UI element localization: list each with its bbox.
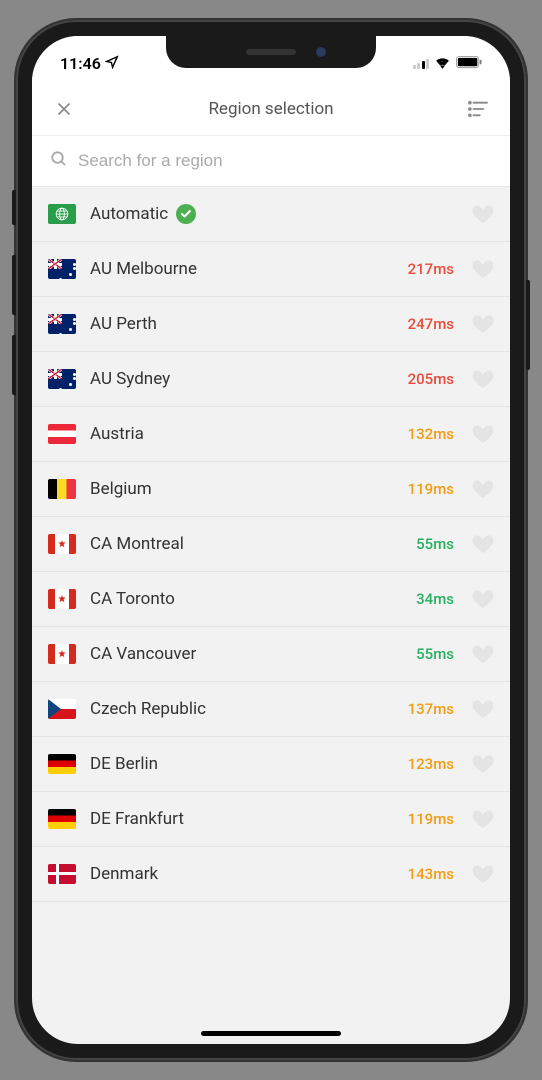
region-name: AU Perth [90, 314, 394, 334]
notch [166, 36, 376, 68]
selected-check-icon [176, 204, 196, 224]
region-list[interactable]: AutomaticAU Melbourne217msAU Perth247msA… [32, 187, 510, 902]
sort-button[interactable] [464, 95, 492, 123]
screen: 11:46 [32, 36, 510, 1044]
search-input[interactable] [78, 151, 492, 171]
favorite-heart-icon[interactable] [472, 369, 494, 389]
latency-value: 205ms [408, 370, 454, 388]
latency-value: 119ms [408, 480, 454, 498]
phone-frame: 11:46 [16, 20, 526, 1060]
region-row-automatic[interactable]: Automatic [32, 187, 510, 242]
flag-ca-icon [48, 589, 76, 609]
region-name: Automatic [90, 204, 458, 224]
region-name: DE Berlin [90, 754, 394, 774]
latency-value: 143ms [408, 865, 454, 883]
latency-value: 55ms [416, 645, 454, 663]
region-name: CA Toronto [90, 589, 402, 609]
favorite-heart-icon[interactable] [472, 809, 494, 829]
latency-value: 119ms [408, 810, 454, 828]
header: Region selection [32, 82, 510, 136]
flag-at-icon [48, 424, 76, 444]
flag-au-icon [48, 369, 76, 389]
latency-value: 132ms [408, 425, 454, 443]
flag-dk-icon [48, 864, 76, 884]
wifi-icon [434, 54, 451, 73]
flag-ca-icon [48, 644, 76, 664]
favorite-heart-icon[interactable] [472, 699, 494, 719]
flag-be-icon [48, 479, 76, 499]
region-name: Czech Republic [90, 699, 394, 719]
region-row-ca-vancouver[interactable]: CA Vancouver 55ms [32, 627, 510, 682]
favorite-heart-icon[interactable] [472, 754, 494, 774]
page-title: Region selection [208, 99, 333, 119]
search-bar[interactable] [32, 136, 510, 187]
favorite-heart-icon[interactable] [472, 589, 494, 609]
signal-icon [413, 57, 430, 69]
region-row-au-sydney[interactable]: AU Sydney 205ms [32, 352, 510, 407]
region-row-belgium[interactable]: Belgium 119ms [32, 462, 510, 517]
flag-auto-icon [48, 204, 76, 224]
region-row-au-perth[interactable]: AU Perth 247ms [32, 297, 510, 352]
flag-de-icon [48, 754, 76, 774]
favorite-heart-icon[interactable] [472, 424, 494, 444]
region-name: AU Sydney [90, 369, 394, 389]
favorite-heart-icon[interactable] [472, 204, 494, 224]
status-time: 11:46 [60, 54, 101, 73]
region-row-de-frankfurt[interactable]: DE Frankfurt 119ms [32, 792, 510, 847]
region-row-au-melbourne[interactable]: AU Melbourne 217ms [32, 242, 510, 297]
location-icon [105, 54, 119, 73]
region-name: Denmark [90, 864, 394, 884]
latency-value: 55ms [416, 535, 454, 553]
region-name: DE Frankfurt [90, 809, 394, 829]
region-name: Austria [90, 424, 394, 444]
flag-au-icon [48, 259, 76, 279]
region-name: CA Montreal [90, 534, 402, 554]
flag-au-icon [48, 314, 76, 334]
close-button[interactable] [50, 95, 78, 123]
flag-de-icon [48, 809, 76, 829]
favorite-heart-icon[interactable] [472, 259, 494, 279]
latency-value: 247ms [408, 315, 454, 333]
home-indicator[interactable] [201, 1031, 341, 1036]
flag-cz-icon [48, 699, 76, 719]
latency-value: 217ms [408, 260, 454, 278]
battery-icon [456, 54, 482, 73]
favorite-heart-icon[interactable] [472, 864, 494, 884]
region-row-czech[interactable]: Czech Republic 137ms [32, 682, 510, 737]
search-icon [50, 150, 68, 172]
region-name: AU Melbourne [90, 259, 394, 279]
favorite-heart-icon[interactable] [472, 314, 494, 334]
region-row-ca-toronto[interactable]: CA Toronto 34ms [32, 572, 510, 627]
region-name: CA Vancouver [90, 644, 402, 664]
latency-value: 34ms [416, 590, 454, 608]
favorite-heart-icon[interactable] [472, 534, 494, 554]
favorite-heart-icon[interactable] [472, 479, 494, 499]
latency-value: 137ms [408, 700, 454, 718]
region-row-austria[interactable]: Austria 132ms [32, 407, 510, 462]
latency-value: 123ms [408, 755, 454, 773]
favorite-heart-icon[interactable] [472, 644, 494, 664]
region-name: Belgium [90, 479, 394, 499]
flag-ca-icon [48, 534, 76, 554]
region-row-denmark[interactable]: Denmark 143ms [32, 847, 510, 902]
region-row-de-berlin[interactable]: DE Berlin 123ms [32, 737, 510, 792]
region-row-ca-montreal[interactable]: CA Montreal 55ms [32, 517, 510, 572]
